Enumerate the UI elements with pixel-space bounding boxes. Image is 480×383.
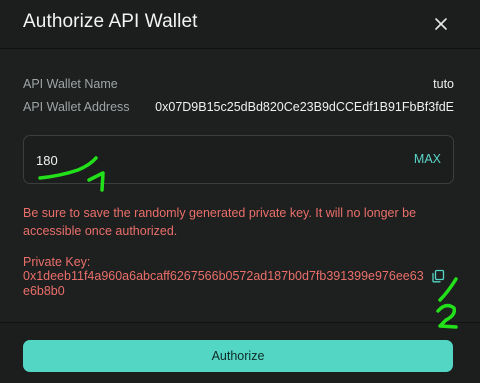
private-key-label: Private Key: bbox=[23, 255, 91, 269]
modal-title: Authorize API Wallet bbox=[23, 11, 198, 32]
authorize-button[interactable]: Authorize bbox=[23, 340, 453, 372]
max-button[interactable]: MAX bbox=[414, 152, 441, 166]
close-icon[interactable] bbox=[433, 16, 449, 32]
authorize-api-wallet-modal: Authorize API Wallet API Wallet Name tut… bbox=[0, 0, 480, 383]
wallet-name-label: API Wallet Name bbox=[23, 77, 118, 91]
days-input[interactable] bbox=[34, 146, 378, 174]
wallet-name-value: tuto bbox=[433, 77, 454, 91]
copy-icon[interactable] bbox=[431, 269, 445, 283]
wallet-name-row: API Wallet Name tuto bbox=[23, 77, 454, 93]
modal-header: Authorize API Wallet bbox=[0, 0, 480, 49]
private-key-value: 0x1deeb11f4a960a6abcaff6267566b0572ad187… bbox=[23, 269, 424, 298]
wallet-address-row: API Wallet Address 0x07D9B15c25dBd820Ce2… bbox=[23, 100, 454, 116]
warning-text: Be sure to save the randomly generated p… bbox=[23, 206, 417, 238]
wallet-address-label: API Wallet Address bbox=[23, 100, 130, 114]
days-input-box: MAX bbox=[23, 135, 454, 184]
wallet-address-value: 0x07D9B15c25dBd820Ce23B9dCCEdf1B91FbBf3f… bbox=[155, 100, 454, 114]
